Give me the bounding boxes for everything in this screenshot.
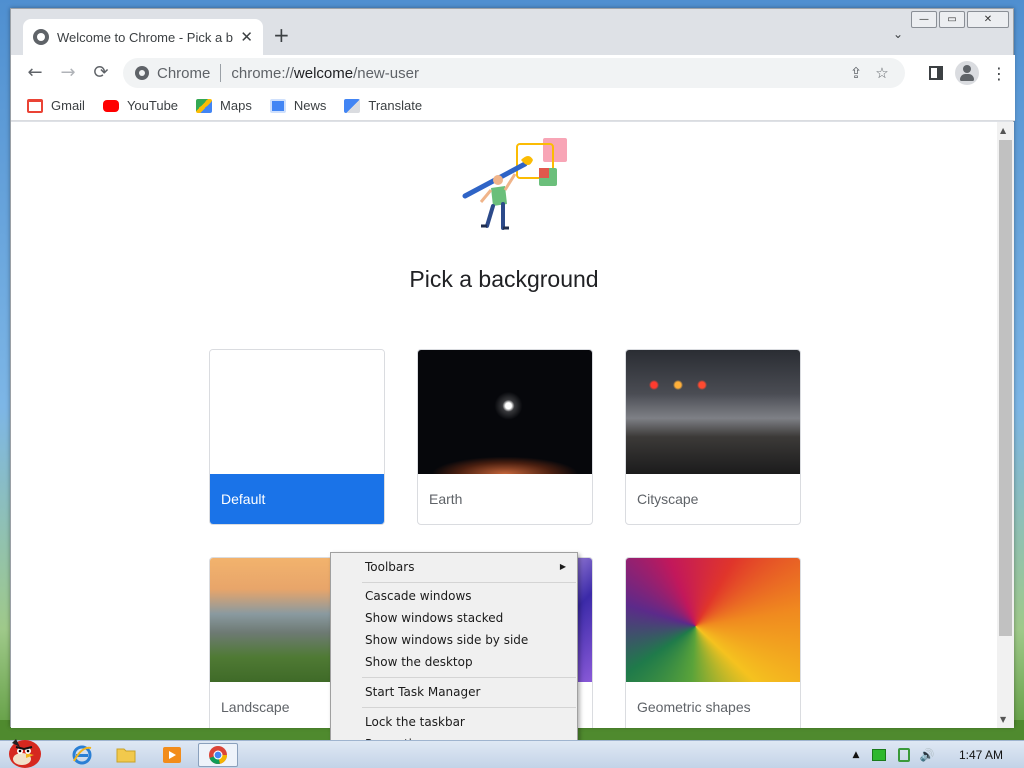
side-panel-icon[interactable]: [929, 66, 943, 80]
background-label: Default: [210, 474, 384, 524]
background-thumbnail: [418, 350, 592, 474]
clock[interactable]: 1:47 AM: [938, 748, 1024, 762]
battery-icon[interactable]: [898, 748, 910, 762]
bookmark-label: News: [293, 98, 327, 113]
background-label: Geometric shapes: [637, 699, 751, 715]
bookmark-label: Translate: [368, 98, 423, 113]
menu-separator: [362, 707, 576, 708]
tab-close-icon[interactable]: ✕: [240, 28, 253, 46]
start-button-angry-bird-icon[interactable]: [4, 733, 44, 768]
bookmark-star-icon[interactable]: ☆: [869, 62, 895, 84]
background-thumbnail: [210, 350, 384, 474]
menu-item-label: Toolbars: [365, 560, 415, 574]
background-card-geometric[interactable]: Geometric shapes: [625, 557, 801, 728]
background-thumbnail: [626, 350, 800, 474]
back-button[interactable]: ←: [23, 61, 47, 85]
folder-icon: [116, 748, 136, 763]
background-thumbnail: [626, 558, 800, 682]
url-path: /new-user: [353, 64, 419, 82]
profile-avatar[interactable]: [955, 61, 979, 85]
url-scheme: chrome://: [231, 64, 294, 82]
scroll-down-icon[interactable]: ▼: [1000, 715, 1006, 724]
taskbar: ▲ 🔊 1:47 AM: [0, 739, 1024, 768]
youtube-icon: [102, 99, 119, 112]
taskbar-media-player[interactable]: [152, 743, 192, 767]
page-heading: Pick a background: [409, 266, 599, 292]
scroll-thumb[interactable]: [999, 140, 1012, 636]
internet-explorer-icon: [72, 745, 92, 765]
translate-icon: [344, 98, 361, 113]
browser-toolbar: ← → ⟳ Chrome chrome://welcome/new-user ⇪…: [11, 55, 1015, 91]
bookmark-translate[interactable]: Translate: [344, 98, 422, 113]
bookmark-maps[interactable]: Maps: [196, 98, 252, 113]
tray-expand-icon[interactable]: ▲: [846, 750, 866, 760]
maps-icon: [196, 98, 213, 113]
bookmark-youtube[interactable]: YouTube: [102, 98, 179, 113]
submenu-arrow-icon: ▶: [559, 562, 566, 571]
new-tab-button[interactable]: +: [273, 23, 290, 47]
tab-search-button[interactable]: ⌄: [893, 27, 903, 41]
maximize-button[interactable]: ▭: [939, 11, 965, 28]
taskbar-ie[interactable]: [62, 743, 102, 767]
bookmark-news[interactable]: News: [269, 98, 327, 113]
scroll-up-icon[interactable]: ▲: [1000, 126, 1006, 135]
chrome-icon: [209, 746, 228, 765]
menu-item-lock-taskbar[interactable]: Lock the taskbar: [334, 711, 574, 733]
url-host: welcome: [293, 64, 354, 82]
background-card-earth[interactable]: Earth: [417, 349, 593, 525]
taskbar-context-menu: Toolbars ▶ Cascade windows Show windows …: [330, 552, 578, 758]
menu-separator: [362, 582, 576, 583]
close-window-button[interactable]: ✕: [967, 11, 1009, 28]
bookmark-label: Gmail: [51, 98, 85, 113]
background-label: Cityscape: [637, 491, 699, 507]
minimize-button[interactable]: —: [911, 11, 937, 28]
background-card-default[interactable]: Default: [209, 349, 385, 525]
background-card-cityscape[interactable]: Cityscape: [625, 349, 801, 525]
network-icon[interactable]: [872, 749, 886, 761]
taskbar-explorer[interactable]: [106, 743, 146, 767]
background-label: Earth: [429, 491, 463, 507]
media-player-icon: [163, 747, 181, 763]
page-scrollbar[interactable]: ▲ ▼: [997, 122, 1014, 728]
bookmark-label: YouTube: [126, 98, 179, 113]
window-controls: — ▭ ✕: [909, 11, 1009, 28]
menu-item-toolbars[interactable]: Toolbars ▶: [334, 556, 574, 578]
forward-button[interactable]: →: [56, 61, 80, 85]
system-tray: ▲ 🔊 1:47 AM: [846, 741, 1024, 768]
news-icon: [269, 98, 286, 113]
chrome-favicon-icon: [33, 29, 49, 45]
taskbar-chrome[interactable]: [198, 743, 238, 767]
tab-title: Welcome to Chrome - Pick a b: [57, 29, 234, 45]
chrome-site-icon: [135, 66, 149, 80]
painter-illustration: [462, 138, 567, 230]
omnibox-actions: ⇪ ☆: [843, 62, 895, 84]
bookmark-gmail[interactable]: Gmail: [27, 98, 85, 113]
omnibox-divider: [220, 64, 222, 82]
toolbar-right: ⋮: [917, 61, 1009, 85]
menu-separator: [362, 677, 576, 678]
menu-item-task-manager[interactable]: Start Task Manager: [334, 681, 574, 703]
menu-item-stacked[interactable]: Show windows stacked: [334, 607, 574, 629]
menu-item-cascade[interactable]: Cascade windows: [334, 585, 574, 607]
chrome-menu-button[interactable]: ⋮: [989, 64, 1009, 83]
tab-strip: Welcome to Chrome - Pick a b ✕ + ⌄ — ▭ ✕: [11, 9, 1015, 55]
tab-welcome[interactable]: Welcome to Chrome - Pick a b ✕: [23, 19, 263, 55]
bookmarks-bar: Gmail YouTube Maps News Translate: [11, 91, 1015, 121]
address-bar[interactable]: Chrome chrome://welcome/new-user ⇪ ☆: [123, 58, 905, 88]
menu-item-side-by-side[interactable]: Show windows side by side: [334, 629, 574, 651]
bookmark-label: Maps: [220, 98, 252, 113]
share-icon[interactable]: ⇪: [843, 62, 869, 84]
gmail-icon: [27, 98, 43, 113]
reload-button[interactable]: ⟳: [89, 61, 113, 85]
site-name: Chrome: [157, 64, 211, 82]
menu-item-show-desktop[interactable]: Show the desktop: [334, 651, 574, 673]
volume-icon[interactable]: 🔊: [916, 748, 938, 762]
